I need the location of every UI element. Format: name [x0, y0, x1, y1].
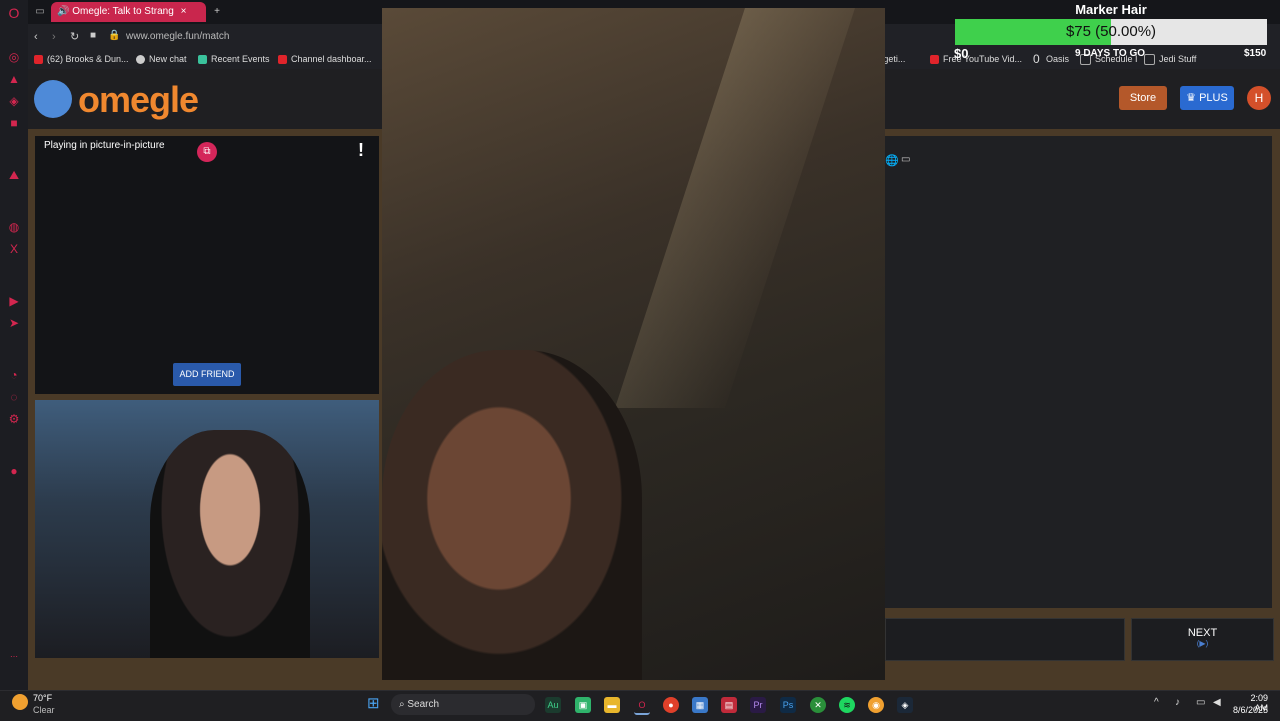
avatar[interactable]: H [1247, 86, 1271, 110]
sidebar-icon-1[interactable]: ◎ [7, 50, 21, 64]
sidebar-icon-5[interactable]: ⛰ [7, 168, 21, 182]
camera-icon[interactable]: ▭ [901, 154, 910, 165]
goal-end: $150 [1244, 48, 1267, 59]
site-logo[interactable]: omegle [78, 79, 199, 121]
next-button[interactable]: NEXT (▶) [1131, 618, 1274, 661]
lock-icon: 🔒 [108, 30, 121, 41]
store-button[interactable]: Store [1119, 86, 1167, 110]
next-shortcut: (▶) [1196, 639, 1209, 648]
bookmark-item[interactable]: Channel dashboar... [278, 54, 372, 65]
opera-sidebar: O ◎ ▲ ◈ ■ ⛰ ◍ X ▶ ➤ ◔ ◌ ⚙ ● ⋯ [0, 0, 29, 690]
player-icon[interactable]: ▶ [7, 294, 21, 308]
pip-label: Playing in picture-in-picture [44, 140, 165, 151]
more-icon[interactable]: ⋯ [7, 650, 21, 664]
spotify-icon[interactable]: ≋ [839, 697, 855, 713]
bookmark-count: 0 [1033, 52, 1040, 66]
youtube-icon [278, 55, 287, 65]
microphone-icon[interactable]: ♪ [1175, 697, 1180, 708]
youtube-icon [34, 55, 43, 65]
weather-desc: Clear [33, 705, 55, 715]
photos-icon[interactable]: ▦ [692, 697, 708, 713]
network-icon[interactable]: ▭ [1196, 697, 1205, 708]
audition-icon[interactable]: Au [545, 697, 561, 713]
premiere-icon[interactable]: Pr [750, 697, 766, 713]
chat-input[interactable] [885, 618, 1125, 661]
discord-icon[interactable]: ◉ [868, 697, 884, 713]
report-icon[interactable]: ! [358, 140, 368, 161]
chatgpt-icon [136, 55, 145, 65]
x-icon[interactable]: X [7, 242, 21, 256]
pip-video-person [382, 350, 642, 680]
next-label: NEXT [1187, 627, 1218, 639]
bookmark-item[interactable]: Oasis [1046, 54, 1069, 64]
messenger-icon[interactable]: ◍ [7, 220, 21, 234]
chevron-up-icon[interactable]: ^ [1154, 697, 1159, 708]
extensions-icon[interactable]: ◌ [7, 390, 21, 404]
folder-icon [1144, 54, 1155, 66]
self-camera-person [150, 430, 310, 658]
globe-icon[interactable]: 🌐 [885, 154, 899, 167]
opera-logo-icon[interactable]: O [7, 6, 21, 20]
goal-amount: $75 (50.00%) [1065, 23, 1157, 40]
history-icon[interactable]: ◔ [7, 368, 21, 382]
add-friend-button[interactable]: ADD FRIEND [173, 363, 241, 386]
xbox-icon[interactable]: ✕ [810, 697, 826, 713]
app-icon[interactable]: ▣ [575, 697, 591, 713]
bookmark-item[interactable]: Free YouTube Vid... [930, 54, 1022, 65]
goal-title: Marker Hair [1075, 2, 1147, 17]
close-icon[interactable]: × [181, 6, 187, 17]
sidebar-icon-3[interactable]: ◈ [7, 94, 21, 108]
windows-start-icon[interactable]: ⊞ [367, 696, 383, 712]
chat-panel: 🌐 ▭ [885, 136, 1272, 608]
crown-icon: ♛ [1186, 92, 1200, 104]
plus-button[interactable]: ♛ PLUS [1180, 86, 1234, 110]
chrome-icon[interactable]: ● [663, 697, 679, 713]
bookmark-item[interactable]: Recent Events [198, 54, 270, 65]
sidebar-icon-4[interactable]: ■ [7, 116, 21, 130]
volume-icon[interactable]: ◀ [1213, 697, 1221, 708]
bookmark-item[interactable]: Jedi Stuff [1144, 54, 1196, 66]
bookmark-item[interactable]: New chat [136, 54, 187, 65]
url-field[interactable]: www.omegle.fun/match [126, 31, 229, 42]
photoshop-icon[interactable]: Ps [780, 697, 796, 713]
weather-temp[interactable]: 70°F [33, 693, 52, 703]
tab-title: Omegle: Talk to Strang [72, 6, 174, 17]
taskbar-search[interactable]: ⌕ Search [391, 694, 535, 715]
tab-omegle[interactable]: 🔊 Omegle: Talk to Strang × [51, 2, 206, 22]
new-tab-button[interactable]: + [210, 2, 224, 22]
camera-icon[interactable]: ■ [90, 30, 96, 41]
bookmark-item[interactable]: (62) Brooks & Dun... [34, 54, 129, 65]
pip-icon[interactable]: ⧉ [197, 142, 217, 162]
goal-days-left: 9 DAYS TO GO [1075, 48, 1146, 59]
weather-icon[interactable] [12, 694, 28, 710]
events-icon [198, 55, 207, 65]
sidebar-icon-2[interactable]: ▲ [7, 72, 21, 86]
forward-icon[interactable]: › [52, 31, 56, 43]
flow-icon[interactable]: ➤ [7, 316, 21, 330]
opera-icon[interactable]: O [634, 697, 650, 715]
steam-icon[interactable]: ◈ [897, 697, 913, 713]
settings-icon[interactable]: ⚙ [7, 412, 21, 426]
shield-icon [930, 55, 939, 65]
file-explorer-icon[interactable]: ▬ [604, 697, 620, 713]
record-icon[interactable]: ● [7, 464, 21, 478]
goal-start: $0 [954, 46, 969, 61]
speaker-icon: 🔊 [57, 6, 70, 17]
back-icon[interactable]: ‹ [34, 31, 38, 43]
clock-date[interactable]: 8/6/2025 [1222, 705, 1268, 715]
stranger-video [35, 136, 379, 394]
reload-icon[interactable]: ↻ [70, 30, 79, 43]
streamer-app-icon[interactable]: ▤ [721, 697, 737, 713]
omegle-logo-icon[interactable] [34, 80, 72, 118]
tab-menu-icon[interactable]: ▭ [32, 2, 48, 22]
